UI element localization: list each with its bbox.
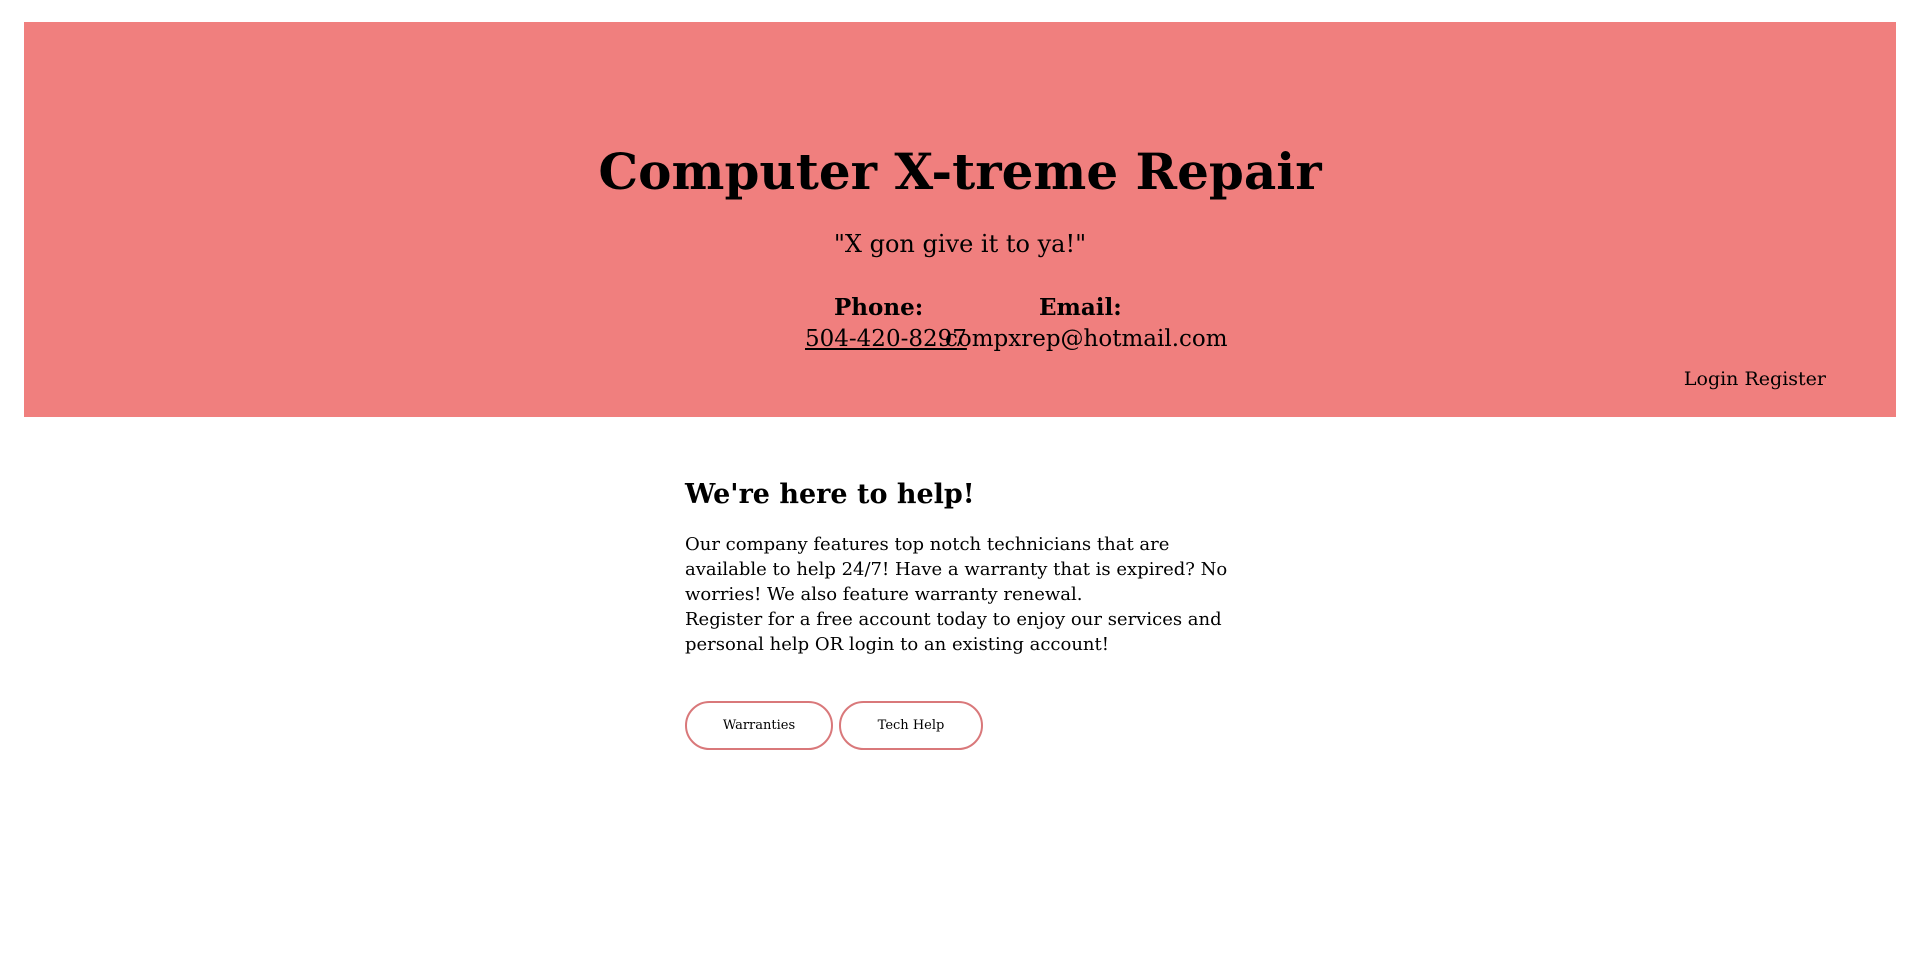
email-address: compxrep@hotmail.com [945,326,1228,352]
auth-nav: Login Register [1684,366,1826,392]
page: Computer X-treme Repair "X gon give it t… [0,0,1920,977]
site-title: Computer X-treme Repair [598,142,1322,201]
intro-paragraph: Our company features top notch technicia… [685,534,1228,605]
register-link[interactable]: Register [1744,368,1826,390]
phone-label: Phone: [834,294,924,321]
warranties-button[interactable]: Warranties [685,701,833,750]
register-paragraph: Register for a free account today to enj… [685,609,1222,655]
tech-help-button[interactable]: Tech Help [839,701,983,750]
contact-info: Phone: Email: 504-420-8297 compxrep@hotm… [780,292,1228,358]
phone-link[interactable]: 504-420-8297 [805,323,967,355]
action-buttons: Warranties Tech Help [685,701,983,750]
email-label: Email: [1039,294,1122,321]
main-content: We're here to help! Our company features… [685,472,1245,657]
site-header: Computer X-treme Repair "X gon give it t… [24,22,1896,417]
login-link[interactable]: Login [1684,368,1739,390]
section-heading: We're here to help! [685,479,975,510]
site-tagline: "X gon give it to ya!" [833,230,1087,258]
